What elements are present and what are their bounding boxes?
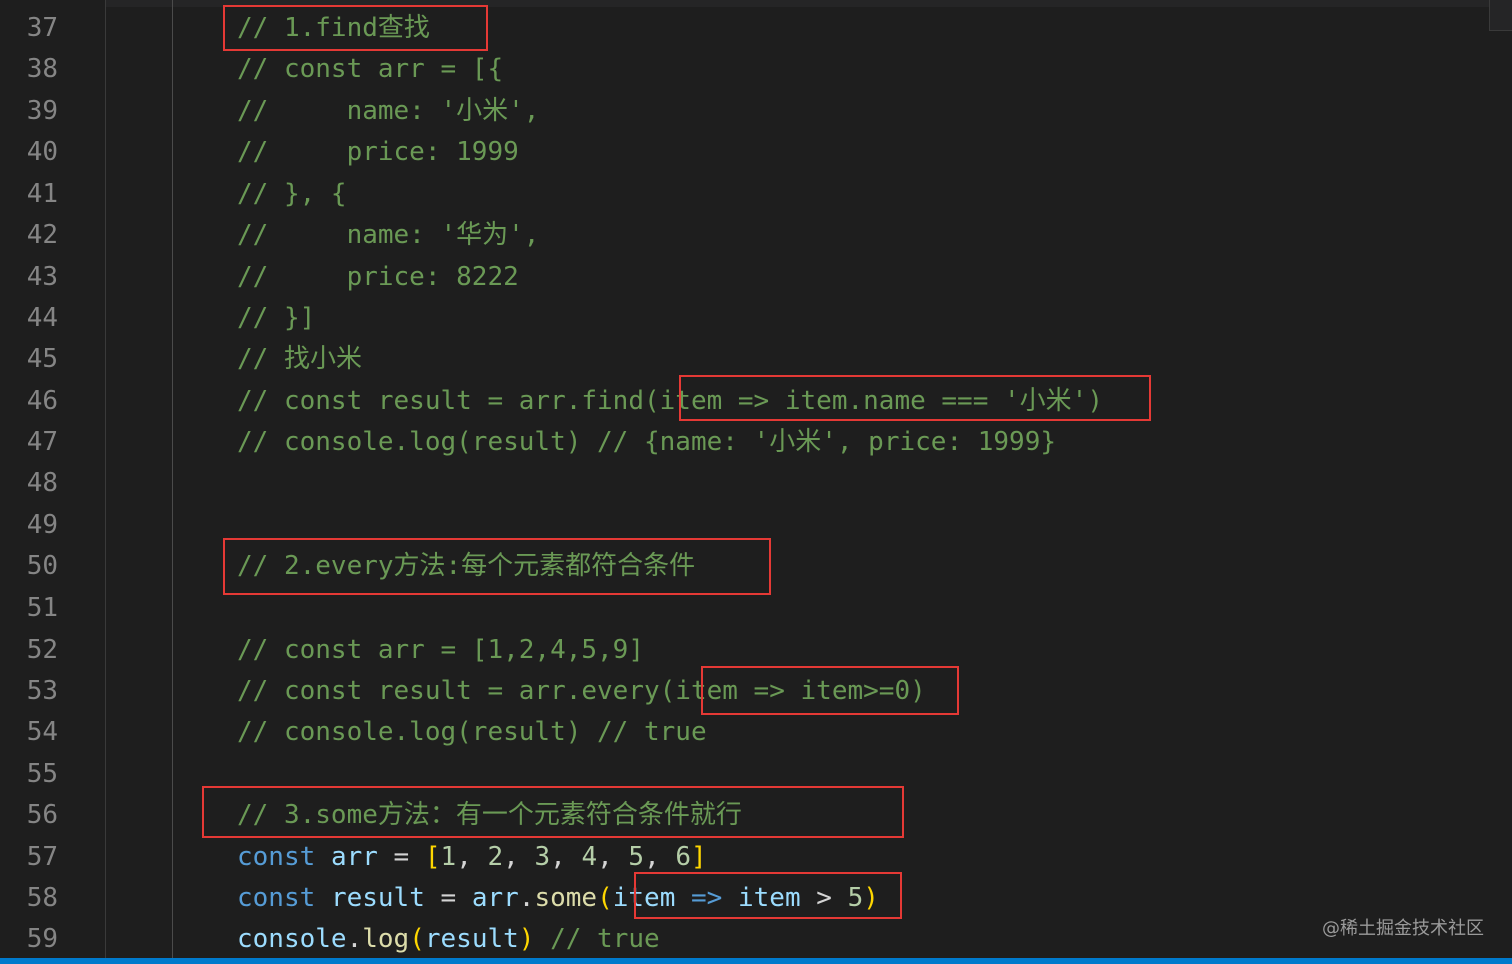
variable-arr: arr [471, 883, 519, 913]
line-number: 48 [26, 468, 58, 498]
code-line-45[interactable]: // 找小米 [237, 339, 362, 380]
dot-operator: . [346, 924, 363, 954]
bracket-open: [ [424, 842, 441, 872]
line-number: 43 [26, 262, 58, 292]
line-number: 50 [26, 551, 58, 581]
line-number: 38 [26, 54, 58, 84]
operator-assign: = [377, 842, 425, 872]
variable-result: result [424, 924, 519, 954]
paren-close: ) [518, 924, 535, 954]
code-line-39[interactable]: // name: '小米', [237, 91, 539, 132]
line-number: 59 [26, 924, 58, 954]
line-number: 41 [26, 179, 58, 209]
number-1: 1 [440, 842, 457, 872]
line-number: 40 [26, 137, 58, 167]
highlight-box-find-title [223, 5, 488, 51]
highlight-box-some-title [202, 786, 904, 838]
number-3: 3 [534, 842, 551, 872]
function-log: log [362, 924, 410, 954]
code-line-47[interactable]: // console.log(result) // {name: '小米', p… [237, 422, 1056, 463]
line-number: 52 [26, 635, 58, 665]
code-line-42[interactable]: // name: '华为', [237, 215, 539, 256]
indent-guide [172, 0, 173, 958]
line-number: 47 [26, 427, 58, 457]
line-number: 54 [26, 717, 58, 747]
line-number: 44 [26, 303, 58, 333]
line-number: 37 [26, 13, 58, 43]
code-line-38[interactable]: // const arr = [{ [237, 49, 503, 90]
object-console: console [237, 924, 347, 954]
line-number: 56 [26, 800, 58, 830]
highlight-box-every-title [223, 538, 771, 595]
code-line-52[interactable]: // const arr = [1,2,4,5,9] [237, 630, 644, 671]
paren-open: ( [597, 883, 613, 913]
variable-arr: arr [330, 842, 378, 872]
line-number: 55 [26, 759, 58, 789]
number-4: 4 [581, 842, 598, 872]
paren-open: ( [409, 924, 425, 954]
highlight-box-every-callback [701, 666, 959, 715]
operator-assign: = [424, 883, 472, 913]
code-line-54[interactable]: // console.log(result) // true [237, 712, 707, 753]
number-5: 5 [628, 842, 645, 872]
highlight-box-find-callback [679, 375, 1151, 421]
dot-operator: . [518, 883, 535, 913]
line-number: 39 [26, 96, 58, 126]
line-number: 51 [26, 593, 58, 623]
watermark: @稀土掘金技术社区 [1322, 918, 1484, 939]
code-line-43[interactable]: // price: 8222 [237, 257, 519, 298]
number-6: 6 [675, 842, 692, 872]
status-bar [0, 958, 1512, 964]
line-number: 49 [26, 510, 58, 540]
keyword-const: const [237, 842, 316, 872]
code-line-40[interactable]: // price: 1999 [237, 132, 519, 173]
number-2: 2 [487, 842, 504, 872]
keyword-const: const [237, 883, 316, 913]
bracket-close: ] [691, 842, 707, 872]
editor-corner [1489, 0, 1512, 31]
gutter-divider [105, 0, 106, 958]
variable-result: result [330, 883, 425, 913]
code-line-41[interactable]: // }, { [237, 174, 347, 215]
code-line-44[interactable]: // }] [237, 298, 315, 339]
line-number: 46 [26, 386, 58, 416]
code-line-59[interactable]: console.log(result) // true [237, 919, 660, 960]
line-number: 42 [26, 220, 58, 250]
comment-true: // true [534, 924, 660, 954]
function-some: some [534, 883, 598, 913]
line-number: 45 [26, 344, 58, 374]
line-number: 58 [26, 883, 58, 913]
line-number: 57 [26, 842, 58, 872]
highlight-box-some-callback [634, 872, 902, 919]
line-number: 53 [26, 676, 58, 706]
